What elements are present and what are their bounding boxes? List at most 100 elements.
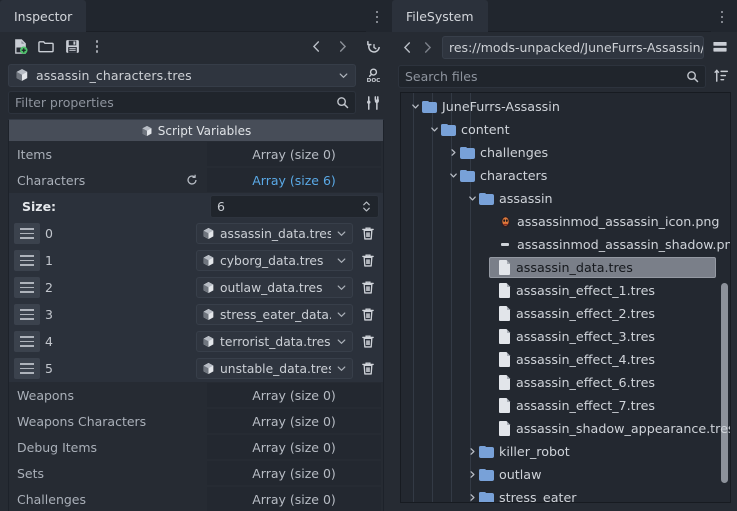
delete-element-icon[interactable] (353, 220, 383, 247)
property-value[interactable]: Array (size 0) (207, 383, 381, 407)
tree-file-item[interactable]: assassin_effect_6.tres (401, 371, 730, 394)
chevron-down-icon[interactable] (336, 255, 347, 266)
drag-handle-wrap[interactable] (9, 328, 45, 355)
new-resource-icon[interactable] (8, 35, 32, 59)
tree-file-item[interactable]: assassin_effect_4.tres (401, 348, 730, 371)
chevron-right-icon[interactable] (330, 35, 354, 59)
tree-file-item[interactable]: assassinmod_assassin_shadow.png (401, 233, 730, 256)
tree-folder-item[interactable]: killer_robot (401, 440, 730, 463)
array-element-resource-picker[interactable]: terrorist_data.tres (196, 331, 353, 352)
tab-inspector[interactable]: Inspector (0, 0, 87, 32)
property-row[interactable]: Debug Items Array (size 0) (9, 434, 383, 460)
delete-element-icon[interactable] (353, 328, 383, 355)
search-files-input[interactable]: Search files (398, 64, 706, 88)
chevron-left-icon[interactable] (304, 35, 328, 59)
array-element-row[interactable]: 4 terrorist_data.tres (9, 328, 383, 355)
tree-file-item[interactable]: assassin_data.tres (401, 256, 730, 279)
object-tools-icon[interactable] (360, 91, 386, 115)
search-icon[interactable] (686, 70, 699, 83)
current-path-field[interactable]: res://mods-unpacked/JuneFurrs-Assassin/c… (442, 35, 704, 59)
delete-element-icon[interactable] (353, 247, 383, 274)
tree-file-item[interactable]: assassin_effect_7.tres (401, 394, 730, 417)
array-element-resource-picker[interactable]: assassin_data.tres (196, 223, 353, 244)
property-row[interactable]: Challenges Array (size 0) (9, 486, 383, 511)
drag-handle-icon[interactable] (14, 277, 40, 298)
property-value[interactable]: Array (size 0) (207, 435, 381, 459)
chevron-down-icon[interactable] (336, 363, 347, 374)
tree-file-item[interactable]: assassin_effect_2.tres (401, 302, 730, 325)
resource-selector[interactable]: assassin_characters.tres (8, 63, 356, 87)
array-element-row[interactable]: 0 assassin_data.tres (9, 220, 383, 247)
array-element-resource-picker[interactable]: cyborg_data.tres (196, 250, 353, 271)
open-folder-icon[interactable] (34, 35, 58, 59)
array-element-row[interactable]: 3 stress_eater_data.t (9, 301, 383, 328)
inspector-more-icon[interactable] (86, 32, 108, 62)
property-value[interactable]: Array (size 0) (207, 409, 381, 433)
chevron-down-icon[interactable] (336, 228, 347, 239)
chevron-down-icon[interactable] (338, 70, 349, 81)
drag-handle-wrap[interactable] (9, 301, 45, 328)
tree-folder-item[interactable]: outlaw (401, 463, 730, 486)
nav-back-icon[interactable] (398, 35, 417, 59)
property-row[interactable]: Weapons Characters Array (size 0) (9, 408, 383, 434)
chevron-right-icon[interactable] (466, 470, 479, 479)
history-icon[interactable] (362, 35, 386, 59)
array-element-resource-picker[interactable]: unstable_data.tres (196, 358, 353, 379)
property-row[interactable]: Weapons Array (size 0) (9, 382, 383, 408)
filesystem-scrollbar[interactable] (721, 283, 728, 483)
drag-handle-wrap[interactable] (9, 355, 45, 382)
search-docs-icon[interactable]: DOC (360, 63, 386, 87)
script-variables-header[interactable]: Script Variables (9, 120, 383, 141)
search-icon[interactable] (336, 96, 349, 109)
tree-file-item[interactable]: assassin_shadow_appearance.tres (401, 417, 730, 440)
array-element-resource-picker[interactable]: outlaw_data.tres (196, 277, 353, 298)
save-icon[interactable] (60, 35, 84, 59)
updown-arrows-icon[interactable] (361, 200, 372, 213)
tree-folder-item[interactable]: assassin (401, 187, 730, 210)
property-row-items[interactable]: Items Array (size 0) (9, 141, 383, 167)
chevron-down-icon[interactable] (336, 309, 347, 320)
chevron-down-icon[interactable] (336, 282, 347, 293)
property-value[interactable]: Array (size 0) (207, 142, 381, 166)
array-element-row[interactable]: 5 unstable_data.tres (9, 355, 383, 382)
drag-handle-icon[interactable] (14, 250, 40, 271)
property-row-characters[interactable]: Characters Array (size 6) (9, 167, 383, 193)
drag-handle-icon[interactable] (14, 358, 40, 379)
drag-handle-icon[interactable] (14, 304, 40, 325)
chevron-right-icon[interactable] (447, 148, 460, 157)
chevron-down-icon[interactable] (336, 336, 347, 347)
array-element-row[interactable]: 2 outlaw_data.tres (9, 274, 383, 301)
drag-handle-icon[interactable] (14, 223, 40, 244)
property-row[interactable]: Sets Array (size 0) (9, 460, 383, 486)
delete-element-icon[interactable] (353, 301, 383, 328)
tree-folder-item[interactable]: content (401, 118, 730, 141)
tree-folder-item[interactable]: stress_eater (401, 486, 730, 502)
drag-handle-icon[interactable] (14, 331, 40, 352)
chevron-right-icon[interactable] (466, 447, 479, 456)
tree-file-item[interactable]: assassinmod_assassin_icon.png (401, 210, 730, 233)
revert-icon[interactable] (186, 174, 198, 186)
chevron-down-icon[interactable] (409, 102, 422, 111)
drag-handle-wrap[interactable] (9, 247, 45, 274)
property-value[interactable]: Array (size 0) (207, 487, 381, 511)
delete-element-icon[interactable] (353, 274, 383, 301)
chevron-down-icon[interactable] (428, 125, 441, 134)
drag-handle-wrap[interactable] (9, 274, 45, 301)
inspector-menu-icon[interactable] (366, 2, 388, 32)
filesystem-tree-container[interactable]: JuneFurrs-Assassin content challenges ch… (400, 92, 731, 503)
array-size-stepper[interactable]: 6 (210, 195, 379, 218)
tree-folder-item[interactable]: challenges (401, 141, 730, 164)
delete-element-icon[interactable] (353, 355, 383, 382)
drag-handle-wrap[interactable] (9, 220, 45, 247)
sort-options-icon[interactable] (709, 64, 733, 88)
tree-folder-item[interactable]: characters (401, 164, 730, 187)
property-value[interactable]: Array (size 0) (207, 461, 381, 485)
toggle-split-mode-icon[interactable] (707, 34, 733, 60)
nav-forward-icon[interactable] (418, 35, 437, 59)
array-element-resource-picker[interactable]: stress_eater_data.t (196, 304, 353, 325)
array-element-row[interactable]: 1 cyborg_data.tres (9, 247, 383, 274)
filesystem-menu-icon[interactable] (711, 2, 733, 32)
chevron-right-icon[interactable] (466, 493, 479, 502)
tab-filesystem[interactable]: FileSystem (392, 0, 488, 32)
tree-file-item[interactable]: assassin_effect_3.tres (401, 325, 730, 348)
